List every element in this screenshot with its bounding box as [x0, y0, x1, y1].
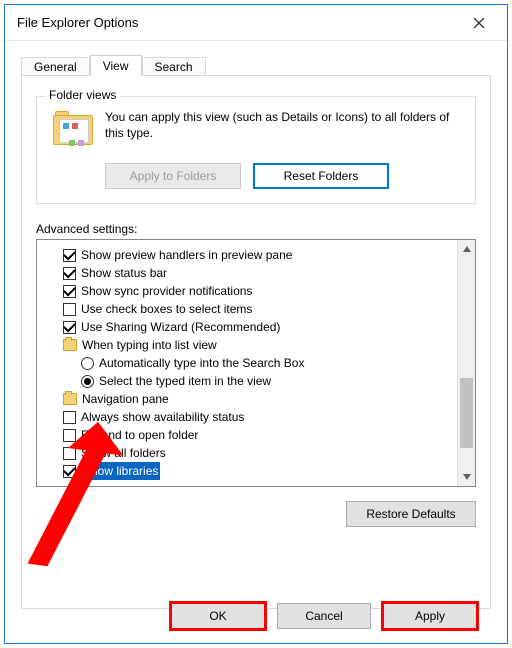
group-label: Navigation pane	[82, 390, 169, 408]
checkbox[interactable]	[63, 285, 76, 298]
close-icon	[473, 17, 485, 29]
close-button[interactable]	[459, 9, 499, 37]
item-label: Use check boxes to select items	[81, 300, 252, 318]
checkbox[interactable]	[63, 249, 76, 262]
item-label: Show all folders	[81, 444, 166, 462]
cancel-button[interactable]: Cancel	[277, 603, 371, 629]
tab-strip: General View Search	[21, 51, 491, 75]
tab-panel-view: Folder views You can apply this view (su…	[21, 75, 491, 609]
advanced-settings-list[interactable]: Show preview handlers in preview paneSho…	[36, 239, 476, 487]
titlebar: File Explorer Options	[5, 5, 507, 41]
checkbox[interactable]	[63, 303, 76, 316]
folder-views-row: You can apply this view (such as Details…	[47, 109, 465, 151]
list-item[interactable]: Use check boxes to select items	[51, 300, 453, 318]
checkbox[interactable]	[63, 447, 76, 460]
list-item: When typing into list view	[51, 336, 453, 354]
scrollbar[interactable]	[457, 240, 475, 486]
tab-search[interactable]: Search	[142, 57, 206, 77]
list-item[interactable]: Show libraries	[51, 462, 453, 480]
list-item[interactable]: Show status bar	[51, 264, 453, 282]
radio[interactable]	[81, 357, 94, 370]
apply-button[interactable]: Apply	[383, 603, 477, 629]
folder-icon	[63, 339, 77, 351]
item-label: Show sync provider notifications	[81, 282, 252, 300]
scroll-up-arrow-icon[interactable]	[458, 240, 475, 258]
checkbox[interactable]	[63, 321, 76, 334]
item-label: Show preview handlers in preview pane	[81, 246, 292, 264]
checkbox[interactable]	[63, 411, 76, 424]
groupbox-folder-views: Folder views You can apply this view (su…	[36, 96, 476, 204]
list-item[interactable]: Show sync provider notifications	[51, 282, 453, 300]
folder-views-description: You can apply this view (such as Details…	[105, 109, 465, 141]
ok-button[interactable]: OK	[171, 603, 265, 629]
tab-view[interactable]: View	[90, 55, 142, 76]
list-item[interactable]: Show preview handlers in preview pane	[51, 246, 453, 264]
folder-views-buttons: Apply to Folders Reset Folders	[105, 163, 465, 189]
tab-general[interactable]: General	[21, 57, 90, 77]
radio[interactable]	[81, 375, 94, 388]
groupbox-legend: Folder views	[45, 88, 120, 102]
item-label: Always show availability status	[81, 408, 244, 426]
checkbox[interactable]	[63, 465, 76, 478]
list-item: Navigation pane	[51, 390, 453, 408]
item-label: Use Sharing Wizard (Recommended)	[81, 318, 280, 336]
dialog-buttons: OK Cancel Apply	[21, 603, 491, 629]
reset-folders-button[interactable]: Reset Folders	[253, 163, 389, 189]
item-label: Expand to open folder	[81, 426, 198, 444]
checkbox[interactable]	[63, 429, 76, 442]
scroll-track[interactable]	[458, 258, 475, 468]
list-item[interactable]: Select the typed item in the view	[51, 372, 453, 390]
folder-stack-icon	[63, 393, 77, 405]
group-label: When typing into list view	[82, 336, 217, 354]
list-item[interactable]: Always show availability status	[51, 408, 453, 426]
apply-to-folders-button: Apply to Folders	[105, 163, 241, 189]
item-label: Show status bar	[81, 264, 167, 282]
window-title: File Explorer Options	[13, 15, 459, 30]
folder-icon	[53, 111, 97, 151]
scroll-thumb[interactable]	[460, 378, 473, 448]
item-label: Select the typed item in the view	[99, 372, 271, 390]
advanced-settings-label: Advanced settings:	[36, 222, 476, 236]
dialog-window: File Explorer Options General View Searc…	[4, 4, 508, 644]
list-item[interactable]: Show all folders	[51, 444, 453, 462]
list-item[interactable]: Use Sharing Wizard (Recommended)	[51, 318, 453, 336]
content-area: General View Search Folder views You can…	[21, 51, 491, 635]
restore-defaults-button[interactable]: Restore Defaults	[346, 501, 476, 527]
item-label: Show libraries	[81, 462, 160, 480]
scroll-down-arrow-icon[interactable]	[458, 468, 475, 486]
checkbox[interactable]	[63, 267, 76, 280]
restore-row: Restore Defaults	[36, 501, 476, 527]
advanced-settings-scroll: Show preview handlers in preview paneSho…	[37, 240, 457, 486]
item-label: Automatically type into the Search Box	[99, 354, 304, 372]
list-item[interactable]: Automatically type into the Search Box	[51, 354, 453, 372]
list-item[interactable]: Expand to open folder	[51, 426, 453, 444]
